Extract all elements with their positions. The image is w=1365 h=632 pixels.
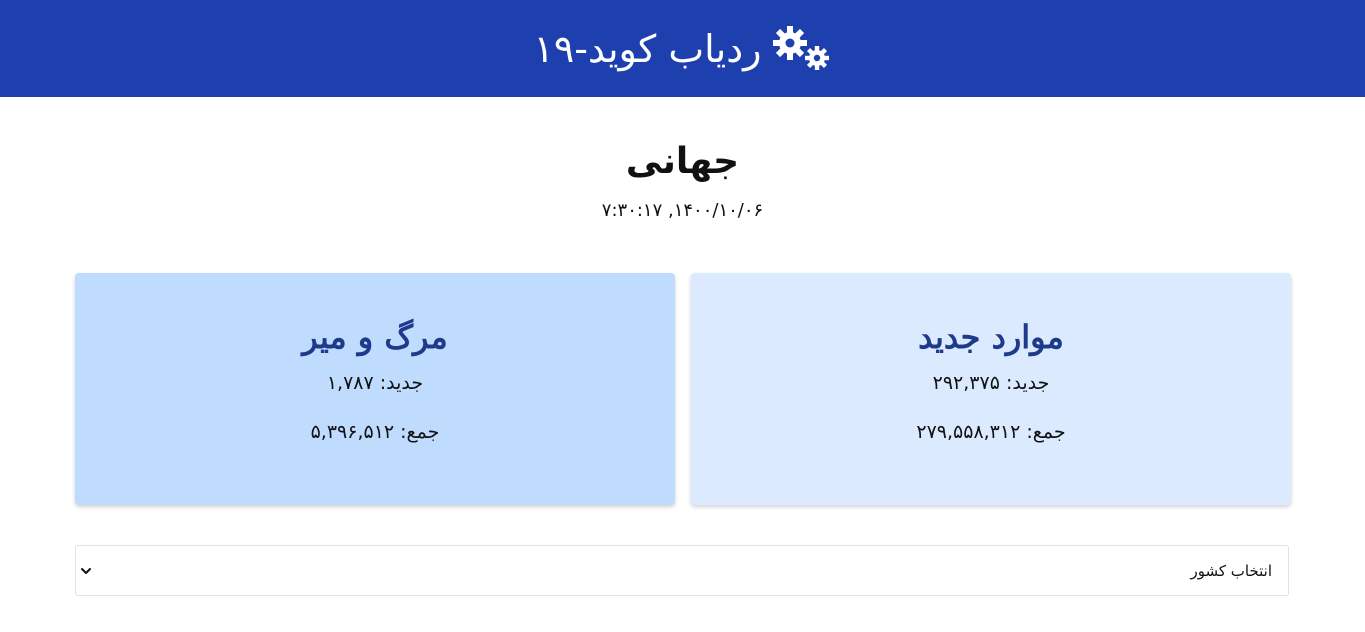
- deaths-total: جمع: ۵,۳۹۶,۵۱۲: [310, 421, 440, 443]
- new-cases-total: جمع: ۲۷۹,۵۵۸,۳۱۲: [916, 421, 1066, 443]
- deaths-title: مرگ و میر: [302, 318, 448, 356]
- deaths-card: مرگ و میر جدید: ۱,۷۸۷ جمع: ۵,۳۹۶,۵۱۲: [75, 273, 675, 505]
- chevron-down-icon: [81, 567, 91, 574]
- new-cases-new: جدید: ۲۹۲,۳۷۵: [932, 372, 1050, 394]
- country-select-value: انتخاب کشور: [1190, 561, 1272, 580]
- page-title: جهانی: [625, 141, 740, 182]
- new-cases-card: موارد جدید جدید: ۲۹۲,۳۷۵ جمع: ۲۷۹,۵۵۸,۳۱…: [691, 273, 1291, 505]
- country-select[interactable]: انتخاب کشور: [75, 545, 1289, 596]
- deaths-new: جدید: ۱,۷۸۷: [326, 372, 424, 394]
- region-heading: جهانی: [0, 140, 1365, 184]
- gears-icon: [772, 25, 832, 73]
- header-title-group: ردیاب کوید-۱۹: [533, 25, 831, 73]
- new-cases-title: موارد جدید: [918, 318, 1064, 356]
- app-header: ردیاب کوید-۱۹: [0, 0, 1365, 97]
- app-title: ردیاب کوید-۱۹: [533, 26, 762, 71]
- last-updated-timestamp: ۱۴۰۰/۱۰/۰۶, ۷:۳۰:۱۷: [601, 200, 764, 221]
